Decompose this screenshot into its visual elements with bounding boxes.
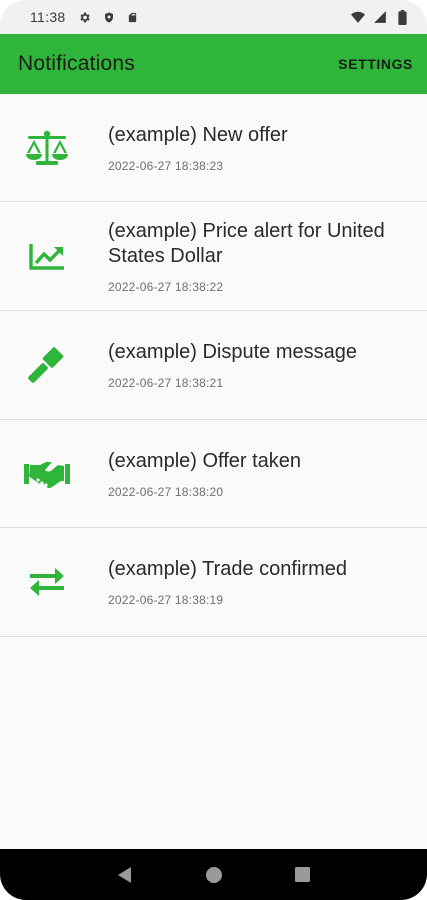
status-right-icons — [351, 9, 409, 25]
battery-icon — [395, 9, 409, 25]
scale-icon — [24, 128, 70, 168]
status-time: 11:38 — [30, 9, 66, 25]
notification-timestamp: 2022-06-27 18:38:19 — [108, 593, 224, 607]
phone-screen: 11:38 Notifications SETTINGS (example) N… — [0, 0, 427, 900]
home-icon[interactable] — [204, 865, 224, 885]
notification-timestamp: 2022-06-27 18:38:21 — [108, 376, 224, 390]
notification-list: (example) New offer 2022-06-27 18:38:23 … — [0, 94, 427, 637]
notification-label: (example) Trade confirmed — [108, 558, 347, 580]
page-title: Notifications — [18, 52, 135, 75]
notification-timestamp: 2022-06-27 18:38:23 — [108, 158, 224, 173]
swap-arrows-icon — [24, 562, 70, 602]
sd-card-icon — [126, 10, 140, 24]
notification-label: (example) Offer taken — [108, 449, 302, 472]
notification-item[interactable]: (example) Trade confirmed 2022-06-27 18:… — [0, 528, 427, 637]
notification-item[interactable]: (example) Dispute message 2022-06-27 18:… — [0, 311, 427, 420]
notification-body: (example) Trade confirmed 2022-06-27 18:… — [108, 557, 367, 607]
shield-icon — [102, 10, 116, 24]
notification-item[interactable]: (example) New offer 2022-06-27 18:38:23 — [0, 94, 427, 202]
notification-body: (example) Offer taken 2022-06-27 18:38:2… — [108, 449, 321, 499]
notification-label: (example) Price alert for United States … — [108, 219, 385, 267]
status-bar: 11:38 — [0, 0, 427, 34]
settings-button[interactable]: SETTINGS — [338, 56, 413, 72]
notification-label: (example) New offer — [108, 123, 288, 146]
notification-body: (example) Dispute message 2022-06-27 18:… — [108, 340, 377, 390]
notification-body: (example) New offer 2022-06-27 18:38:23 — [108, 123, 308, 173]
notification-body: (example) Price alert for United States … — [108, 219, 427, 294]
recents-icon[interactable] — [293, 865, 313, 885]
handshake-icon — [24, 454, 70, 494]
gavel-icon — [24, 345, 70, 385]
back-icon[interactable] — [115, 865, 135, 885]
trending-up-icon — [24, 236, 70, 276]
notification-label: (example) Dispute message — [108, 341, 357, 363]
notification-item[interactable]: (example) Offer taken 2022-06-27 18:38:2… — [0, 420, 427, 528]
notification-item[interactable]: (example) Price alert for United States … — [0, 202, 427, 311]
app-bar: Notifications SETTINGS — [0, 34, 427, 94]
signal-icon — [373, 10, 387, 24]
navigation-bar — [0, 849, 427, 900]
notification-timestamp: 2022-06-27 18:38:20 — [108, 484, 224, 499]
wifi-icon — [351, 10, 365, 24]
notification-timestamp: 2022-06-27 18:38:22 — [108, 279, 224, 294]
gear-icon — [78, 10, 92, 24]
